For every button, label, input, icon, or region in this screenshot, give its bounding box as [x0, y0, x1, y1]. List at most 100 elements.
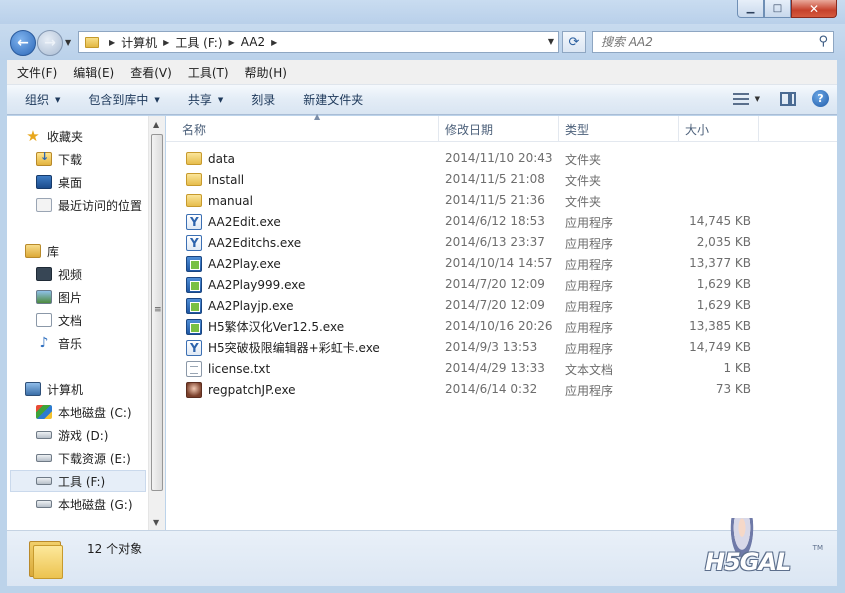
sidebar-libraries-label: 库 — [47, 244, 60, 259]
forward-button[interactable]: → — [37, 30, 63, 56]
command-bar-right: ▼ ? — [732, 90, 829, 107]
file-size: 14,749 KB — [689, 340, 751, 354]
share-button[interactable]: 共享 ▼ — [178, 91, 233, 108]
drive-icon — [36, 454, 52, 462]
file-size: 13,385 KB — [689, 319, 751, 333]
folder-icon — [186, 173, 202, 186]
file-name: regpatchJP.exe — [208, 382, 296, 397]
scroll-up-icon[interactable]: ▲ — [153, 120, 159, 129]
minimize-button[interactable]: ▁ — [737, 0, 764, 18]
file-type: 应用程序 — [565, 384, 614, 398]
maximize-button[interactable]: □ — [764, 0, 791, 18]
chevron-down-icon: ▼ — [55, 95, 61, 104]
recent-pages-dropdown[interactable]: ▼ — [65, 38, 71, 47]
file-row[interactable]: regpatchJP.exe 2014/6/14 0:32 应用程序 73 KB — [166, 379, 837, 400]
file-type: 文本文档 — [565, 363, 614, 377]
file-row[interactable]: AA2Edit.exe 2014/6/12 18:53 应用程序 14,745 KB — [166, 211, 837, 232]
command-bar: 组织 ▼ 包含到库中 ▼ 共享 ▼ 刻录 新建文件夹 ▼ ? — [7, 85, 837, 115]
menu-edit[interactable]: 编辑(E) — [65, 64, 122, 81]
file-name: data — [208, 151, 236, 166]
file-name-cell: manual — [186, 190, 253, 211]
folder-icon — [27, 539, 67, 579]
column-header-date[interactable]: 修改日期 — [439, 116, 559, 142]
sidebar-favorites[interactable]: ★ 收藏夹 — [25, 125, 165, 147]
menu-file[interactable]: 文件(F) — [9, 64, 65, 81]
include-in-library-button[interactable]: 包含到库中 ▼ — [78, 91, 169, 108]
burn-button[interactable]: 刻录 — [241, 91, 285, 108]
address-bar[interactable]: ▶ 计算机 ▶ 工具 (F:) ▶ AA2 ▶ ▼ — [78, 31, 559, 53]
watermark-logo: H5GAL TM — [705, 518, 823, 580]
file-size: 1,629 KB — [696, 277, 751, 291]
window-controls: ▁ □ ✕ — [737, 0, 837, 18]
help-icon[interactable]: ? — [812, 90, 829, 107]
chevron-right-icon[interactable]: ▶ — [109, 38, 115, 47]
file-date: 2014/6/13 23:37 — [445, 235, 545, 249]
new-folder-button[interactable]: 新建文件夹 — [293, 91, 373, 108]
address-dropdown[interactable]: ▼ — [548, 37, 554, 46]
column-header-type[interactable]: 类型 — [559, 116, 679, 142]
refresh-button[interactable]: ⟳ — [562, 31, 586, 53]
file-date: 2014/9/3 13:53 — [445, 340, 538, 354]
file-row[interactable]: manual 2014/11/5 21:36 文件夹 — [166, 190, 837, 211]
organize-button[interactable]: 组织 ▼ — [15, 91, 70, 108]
desktop-icon — [36, 175, 52, 189]
txt-icon — [186, 360, 202, 377]
menu-help[interactable]: 帮助(H) — [237, 64, 295, 81]
file-name-cell: AA2Playjp.exe — [186, 295, 293, 316]
file-row[interactable]: license.txt 2014/4/29 13:33 文本文档 1 KB — [166, 358, 837, 379]
pictures-icon — [36, 290, 52, 304]
file-row[interactable]: data 2014/11/10 20:43 文件夹 — [166, 148, 837, 169]
file-row[interactable]: H5突破极限编辑器+彩虹卡.exe 2014/9/3 13:53 应用程序 14,74… — [166, 337, 837, 358]
sidebar-item-label: 下载资源 (E:) — [58, 451, 131, 466]
file-date: 2014/6/14 0:32 — [445, 382, 538, 396]
sidebar-item-drive-f[interactable]: 工具 (F:) — [10, 470, 146, 492]
preview-pane-icon[interactable] — [780, 91, 796, 106]
scrollbar-thumb[interactable] — [151, 134, 163, 491]
file-name: AA2Editchs.exe — [208, 235, 302, 250]
chevron-right-icon[interactable]: ▶ — [271, 38, 277, 47]
file-row[interactable]: AA2Play.exe 2014/10/14 14:57 应用程序 13,377 KB — [166, 253, 837, 274]
search-icon[interactable]: ⚲ — [818, 34, 828, 49]
file-type: 文件夹 — [565, 153, 602, 167]
column-header-size[interactable]: 大小 — [679, 116, 759, 142]
breadcrumb-computer[interactable]: 计算机 — [121, 34, 157, 51]
file-row[interactable]: H5繁体汉化Ver12.5.exe 2014/10/16 20:26 应用程序 13,… — [166, 316, 837, 337]
change-view-icon[interactable] — [732, 92, 749, 105]
computer-icon — [25, 382, 41, 396]
close-button[interactable]: ✕ — [791, 0, 837, 18]
menu-tools[interactable]: 工具(T) — [180, 64, 237, 81]
library-icon — [25, 244, 41, 258]
navigation-bar: ← → ▼ ▶ 计算机 ▶ 工具 (F:) ▶ AA2 ▶ ▼ ⟳ ⚲ — [0, 24, 845, 60]
sidebar-item-label: 视频 — [58, 267, 83, 282]
title-bar: ▁ □ ✕ — [0, 0, 845, 24]
view-dropdown-icon[interactable]: ▼ — [755, 95, 760, 103]
file-row[interactable]: Install 2014/11/5 21:08 文件夹 — [166, 169, 837, 190]
file-row[interactable]: AA2Playjp.exe 2014/7/20 12:09 应用程序 1,629 KB — [166, 295, 837, 316]
chevron-right-icon[interactable]: ▶ — [163, 38, 169, 47]
sidebar-computer[interactable]: 计算机 — [25, 378, 165, 400]
search-input[interactable] — [593, 35, 803, 49]
sidebar-libraries[interactable]: 库 — [25, 240, 165, 262]
breadcrumb-aa2[interactable]: AA2 — [241, 35, 265, 49]
sidebar-item-label: 本地磁盘 (G:) — [58, 497, 133, 512]
file-type: 应用程序 — [565, 342, 614, 356]
navigation-scrollbar[interactable]: ▲ ▼ — [148, 116, 165, 530]
watermark-mark: TM — [812, 544, 823, 552]
file-size: 13,377 KB — [689, 256, 751, 270]
file-row[interactable]: AA2Editchs.exe 2014/6/13 23:37 应用程序 2,035 K… — [166, 232, 837, 253]
file-type: 应用程序 — [565, 300, 614, 314]
back-button[interactable]: ← — [10, 30, 36, 56]
music-icon: ♪ — [39, 335, 49, 351]
column-header-name[interactable]: 名称 ▲ — [176, 112, 439, 142]
file-size: 2,035 KB — [696, 235, 751, 249]
file-name: AA2Play.exe — [208, 256, 281, 271]
video-icon — [36, 267, 52, 281]
menu-view[interactable]: 查看(V) — [122, 64, 180, 81]
drive-icon — [36, 477, 52, 485]
scroll-down-icon[interactable]: ▼ — [153, 518, 159, 527]
downloads-icon — [36, 150, 52, 166]
organize-label: 组织 — [25, 93, 50, 107]
chevron-right-icon[interactable]: ▶ — [229, 38, 235, 47]
file-row[interactable]: AA2Play999.exe 2014/7/20 12:09 应用程序 1,629 K… — [166, 274, 837, 295]
breadcrumb-drive-f[interactable]: 工具 (F:) — [175, 34, 222, 51]
